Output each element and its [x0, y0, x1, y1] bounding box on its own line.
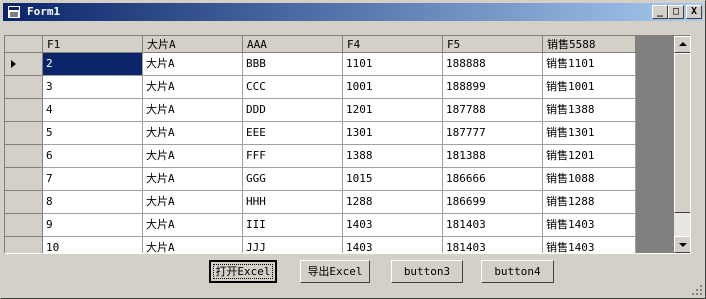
grid-cell[interactable]: HHH	[243, 191, 343, 214]
grid-cell[interactable]: 大片A	[143, 99, 243, 122]
grid-cell[interactable]: 188899	[443, 76, 543, 99]
grid-corner-header[interactable]	[5, 36, 43, 53]
row-header[interactable]	[5, 99, 43, 122]
scroll-up-arrow-icon	[679, 42, 687, 46]
grid-cell[interactable]: 1201	[343, 99, 443, 122]
grid-cell[interactable]: 1403	[343, 237, 443, 253]
scroll-down-arrow-icon	[679, 243, 687, 247]
grid-cell[interactable]: 1288	[343, 191, 443, 214]
grid-cell[interactable]: 大片A	[143, 237, 243, 253]
grid-cell[interactable]: 大片A	[143, 53, 243, 76]
grid-cell[interactable]: 大片A	[143, 76, 243, 99]
row-header[interactable]	[5, 122, 43, 145]
vertical-scrollbar[interactable]	[674, 36, 690, 253]
grid-cell[interactable]: JJJ	[243, 237, 343, 253]
grid-cell[interactable]: 5	[43, 122, 143, 145]
grid-cell[interactable]: GGG	[243, 168, 343, 191]
minimize-button[interactable]: _	[652, 5, 668, 19]
title-bar[interactable]: Form1 _ □ X	[3, 3, 703, 21]
grid-cell[interactable]: EEE	[243, 122, 343, 145]
grid-cell[interactable]: 销售1388	[543, 99, 636, 122]
grid-cell[interactable]: BBB	[243, 53, 343, 76]
grid-cell[interactable]: 181388	[443, 145, 543, 168]
column-header[interactable]: 大片A	[143, 36, 243, 53]
close-button[interactable]: X	[686, 5, 702, 19]
grid-cell[interactable]: 大片A	[143, 191, 243, 214]
resize-grip[interactable]	[691, 284, 703, 296]
row-header[interactable]	[5, 53, 43, 76]
grid-cell[interactable]: 188888	[443, 53, 543, 76]
grid-cell[interactable]: 186666	[443, 168, 543, 191]
grid-cell[interactable]: 销售1403	[543, 237, 636, 253]
row-header[interactable]	[5, 145, 43, 168]
grid-cell[interactable]: 181403	[443, 214, 543, 237]
grid-cell[interactable]: 销售1201	[543, 145, 636, 168]
column-header[interactable]: 销售5588	[543, 36, 636, 53]
column-header[interactable]: F4	[343, 36, 443, 53]
row-header[interactable]	[5, 76, 43, 99]
grid-cell[interactable]: FFF	[243, 145, 343, 168]
column-header[interactable]: AAA	[243, 36, 343, 53]
row-header[interactable]	[5, 191, 43, 214]
data-grid[interactable]: F1 大片A AAA F4 F5 销售5588 2 大片A BBB 1101 188888 销售110…	[4, 35, 691, 254]
grid-cell[interactable]: 3	[43, 76, 143, 99]
current-row-arrow-icon	[11, 60, 16, 68]
column-header[interactable]: F5	[443, 36, 543, 53]
scroll-up-button[interactable]	[674, 36, 690, 53]
grid-cell[interactable]: 销售1301	[543, 122, 636, 145]
grid-cell[interactable]: 大片A	[143, 145, 243, 168]
grid-cell[interactable]: 7	[43, 168, 143, 191]
grid-cell[interactable]: CCC	[243, 76, 343, 99]
app-icon[interactable]	[7, 5, 21, 19]
grid-cell[interactable]: 181403	[443, 237, 543, 253]
column-header[interactable]: F1	[43, 36, 143, 53]
grid-cell[interactable]: 187777	[443, 122, 543, 145]
grid-cell[interactable]: 187788	[443, 99, 543, 122]
scroll-thumb[interactable]	[674, 53, 690, 213]
grid-cell[interactable]: DDD	[243, 99, 343, 122]
open-excel-button[interactable]: 打开Excel	[209, 260, 277, 283]
grid-cell[interactable]: 8	[43, 191, 143, 214]
grid-cell[interactable]: 大片A	[143, 214, 243, 237]
grid-cell[interactable]: 销售1001	[543, 76, 636, 99]
grid-cell[interactable]: 销售1403	[543, 214, 636, 237]
grid-cell[interactable]: 销售1288	[543, 191, 636, 214]
grid-cell[interactable]: 1403	[343, 214, 443, 237]
maximize-button[interactable]: □	[668, 5, 684, 19]
grid-cell[interactable]: 1388	[343, 145, 443, 168]
grid-cell[interactable]: 4	[43, 99, 143, 122]
grid-cell[interactable]: 大片A	[143, 168, 243, 191]
grid-cell[interactable]: 10	[43, 237, 143, 253]
grid-cell[interactable]: 大片A	[143, 122, 243, 145]
grid-cell[interactable]: 1101	[343, 53, 443, 76]
button4[interactable]: button4	[481, 260, 554, 283]
row-header[interactable]	[5, 237, 43, 253]
grid-cell[interactable]: 销售1088	[543, 168, 636, 191]
row-header[interactable]	[5, 214, 43, 237]
grid-cell[interactable]: III	[243, 214, 343, 237]
grid-cell[interactable]: 1015	[343, 168, 443, 191]
window-title: Form1	[27, 5, 61, 18]
grid-cell[interactable]: 6	[43, 145, 143, 168]
export-excel-button[interactable]: 导出Excel	[300, 260, 370, 283]
grid-cell[interactable]: 9	[43, 214, 143, 237]
row-header[interactable]	[5, 168, 43, 191]
grid-cell[interactable]: 1001	[343, 76, 443, 99]
grid-cell[interactable]: 2	[43, 53, 143, 76]
button3[interactable]: button3	[391, 260, 463, 283]
grid-cell[interactable]: 销售1101	[543, 53, 636, 76]
scroll-down-button[interactable]	[674, 236, 690, 253]
grid-cell[interactable]: 186699	[443, 191, 543, 214]
form-window: Form1 _ □ X F1 大片A AAA F4 F5 销售5588 2 大片A BBB 110…	[0, 0, 706, 299]
grid-cell[interactable]: 1301	[343, 122, 443, 145]
